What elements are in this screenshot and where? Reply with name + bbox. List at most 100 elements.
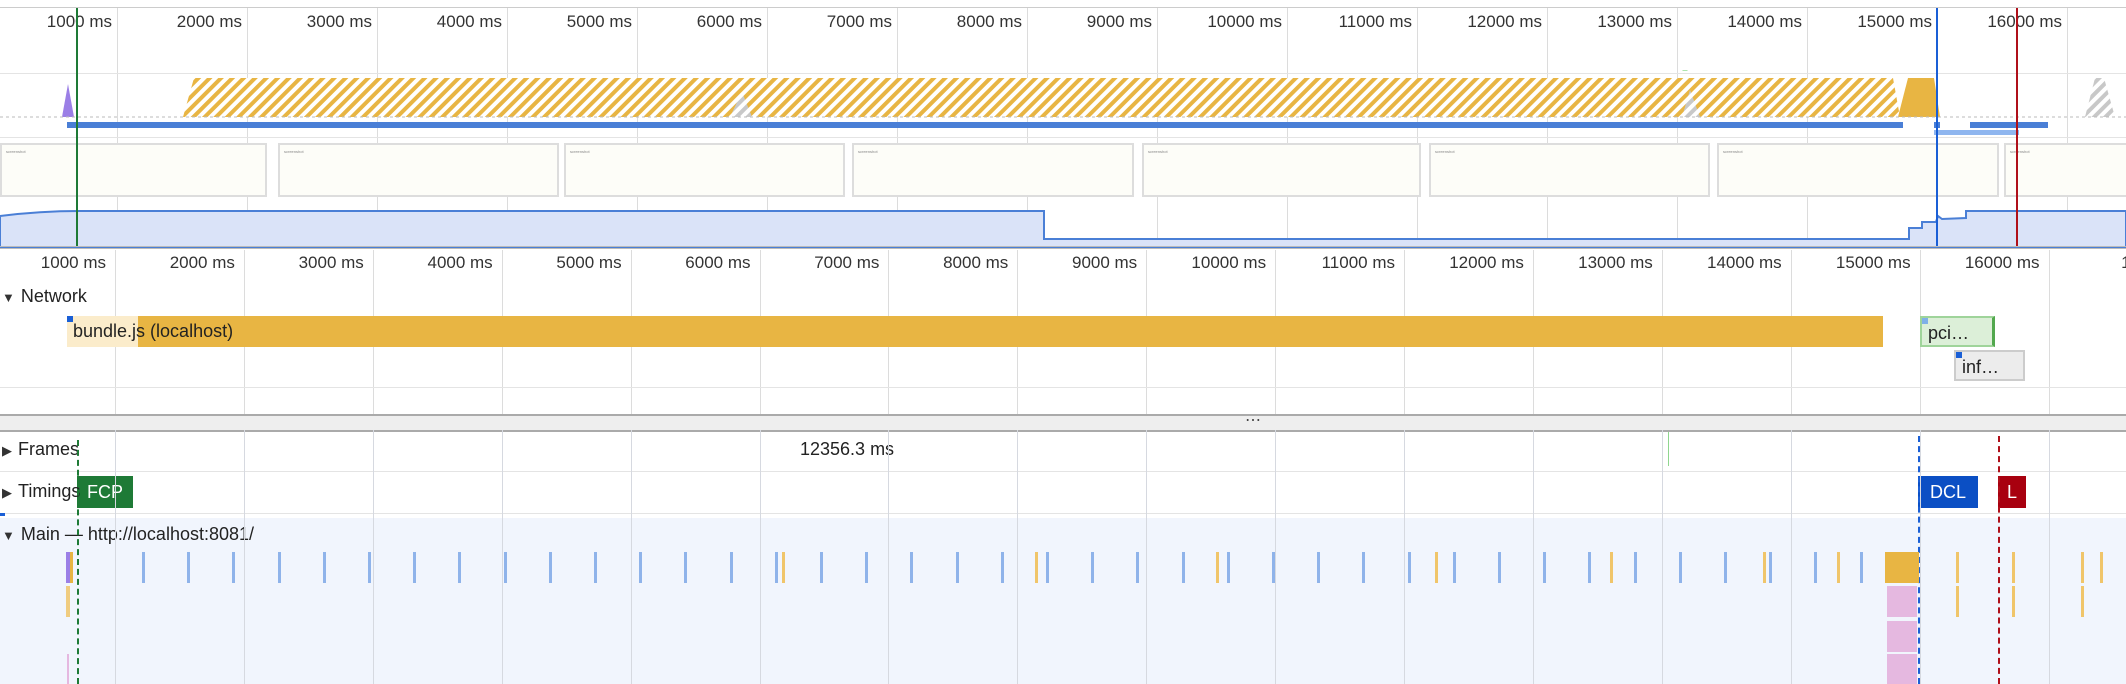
task-tick[interactable] — [187, 552, 190, 583]
task-tick[interactable] — [1362, 552, 1365, 583]
paint-task[interactable] — [1887, 586, 1917, 617]
task-tick[interactable] — [1634, 552, 1637, 583]
task-tick[interactable] — [1588, 552, 1591, 583]
cpu-scripting-idle-area — [183, 78, 1900, 117]
task-tick[interactable] — [278, 552, 281, 583]
cpu-gray-bump — [2085, 78, 2115, 117]
task-tick[interactable] — [730, 552, 733, 583]
task-tick[interactable] — [232, 552, 235, 583]
task-tick[interactable] — [1837, 552, 1840, 583]
task-tick[interactable] — [1679, 552, 1682, 583]
task-tick[interactable] — [1814, 552, 1817, 583]
task-tick[interactable] — [1543, 552, 1546, 583]
thumbnail-caption: screenshot — [6, 149, 26, 154]
gridline — [243, 430, 245, 684]
screenshot-thumbnail[interactable]: screenshot — [1142, 143, 1421, 197]
screenshot-thumbnail[interactable]: screenshot — [852, 143, 1134, 197]
screenshot-thumbnail[interactable]: screenshot — [1429, 143, 1710, 197]
load-marker[interactable]: L — [1998, 476, 2026, 508]
task-tick[interactable] — [2081, 552, 2084, 583]
main-track-header[interactable]: ▼ Main — http://localhost:8081/ — [2, 524, 254, 545]
task-tick[interactable] — [820, 552, 823, 583]
paint-task[interactable] — [1887, 654, 1917, 684]
task-tick[interactable] — [865, 552, 868, 583]
screenshot-thumbnail[interactable]: screenshot — [2004, 143, 2126, 197]
main-thread-label: Main — http://localhost:8081/ — [20, 524, 255, 544]
task-tick[interactable] — [956, 552, 959, 583]
task-tick[interactable] — [1956, 552, 1959, 583]
task-tick[interactable] — [1317, 552, 1320, 583]
task-tick[interactable] — [1216, 552, 1219, 583]
task-tick[interactable] — [1001, 552, 1004, 583]
task-tick[interactable] — [1046, 552, 1049, 583]
paint-task[interactable] — [1887, 621, 1917, 652]
task-tick[interactable] — [1956, 586, 1959, 617]
cpu-activity-chart — [0, 70, 2126, 118]
scripting-task[interactable] — [66, 586, 70, 617]
task-tick[interactable] — [782, 552, 785, 583]
task-tick[interactable] — [775, 552, 778, 583]
task-tick[interactable] — [1227, 552, 1230, 583]
task-tick[interactable] — [1498, 552, 1501, 583]
ruler-tick-label: 2000 ms — [169, 253, 235, 272]
task-tick[interactable] — [684, 552, 687, 583]
frames-track-header[interactable]: ▶ Frames — [2, 439, 79, 460]
gridline — [115, 430, 116, 684]
task-tick[interactable] — [1453, 552, 1456, 583]
ruler-tick-label: 10000 ms — [1207, 12, 1282, 31]
gridline — [2048, 250, 2050, 414]
ruler-tick-label: 10000 ms — [1191, 253, 1267, 272]
task-tick[interactable] — [1182, 552, 1185, 583]
network-request-bundle[interactable]: bundle.js (localhost) — [67, 316, 1883, 347]
ruler-tick-label: 4000 ms — [427, 253, 493, 272]
panel-resize-handle[interactable]: ⋯ — [0, 412, 2126, 432]
task-tick[interactable] — [1408, 552, 1411, 583]
task-tick[interactable] — [323, 552, 326, 583]
network-request-inf[interactable]: inf… — [1954, 350, 2025, 381]
task-tick[interactable] — [2012, 552, 2015, 583]
task-tick[interactable] — [1724, 552, 1727, 583]
request-name: bundle.js (localhost) — [73, 321, 234, 341]
paint-task[interactable] — [67, 654, 69, 684]
timings-track-header[interactable]: ▶ Timings — [2, 481, 80, 502]
task-tick[interactable] — [142, 552, 145, 583]
task-tick[interactable] — [2081, 586, 2084, 617]
task-tick[interactable] — [639, 552, 642, 583]
network-track-header[interactable]: ▼ Network — [2, 286, 87, 307]
dcl-marker[interactable]: DCL — [1918, 476, 1978, 508]
expand-triangle-icon: ▼ — [2, 528, 15, 543]
scripting-task[interactable] — [70, 552, 73, 583]
screenshot-thumbnail[interactable]: screenshot — [278, 143, 559, 197]
timeline-overview[interactable]: 1000 ms 2000 ms 3000 ms 4000 ms 5000 ms 6000 … — [0, 0, 2126, 248]
thumbnail-caption: screenshot — [284, 149, 304, 154]
task-tick[interactable] — [1435, 552, 1438, 583]
task-tick[interactable] — [1272, 552, 1275, 583]
ruler-tick-label: 16000 ms — [1964, 253, 2040, 272]
task-tick[interactable] — [2012, 586, 2015, 617]
task-tick[interactable] — [1136, 552, 1139, 583]
gridline — [2048, 430, 2050, 684]
task-tick[interactable] — [1763, 552, 1766, 583]
screenshot-thumbnail[interactable]: screenshot — [0, 143, 267, 197]
task-tick[interactable] — [2100, 552, 2103, 583]
network-request-pci[interactable]: pci… — [1920, 316, 1995, 347]
screenshot-thumbnail[interactable]: screenshot — [1717, 143, 1999, 197]
task-tick[interactable] — [1091, 552, 1094, 583]
frame-duration[interactable]: 12356.3 ms — [800, 439, 894, 460]
task-tick[interactable] — [1610, 552, 1613, 583]
task-tick[interactable] — [910, 552, 913, 583]
task-tick[interactable] — [549, 552, 552, 583]
task-tick[interactable] — [504, 552, 507, 583]
fcp-marker[interactable]: FCP — [77, 476, 133, 508]
task-tick[interactable] — [413, 552, 416, 583]
frame-bar[interactable] — [1668, 432, 1669, 466]
task-tick[interactable] — [1769, 552, 1772, 583]
task-tick[interactable] — [368, 552, 371, 583]
network-row-divider — [0, 387, 2126, 388]
task-tick[interactable] — [1035, 552, 1038, 583]
task-tick[interactable] — [458, 552, 461, 583]
task-tick[interactable] — [1860, 552, 1863, 583]
scripting-task-large[interactable] — [1885, 552, 1919, 583]
task-tick[interactable] — [594, 552, 597, 583]
screenshot-thumbnail[interactable]: screenshot — [564, 143, 845, 197]
